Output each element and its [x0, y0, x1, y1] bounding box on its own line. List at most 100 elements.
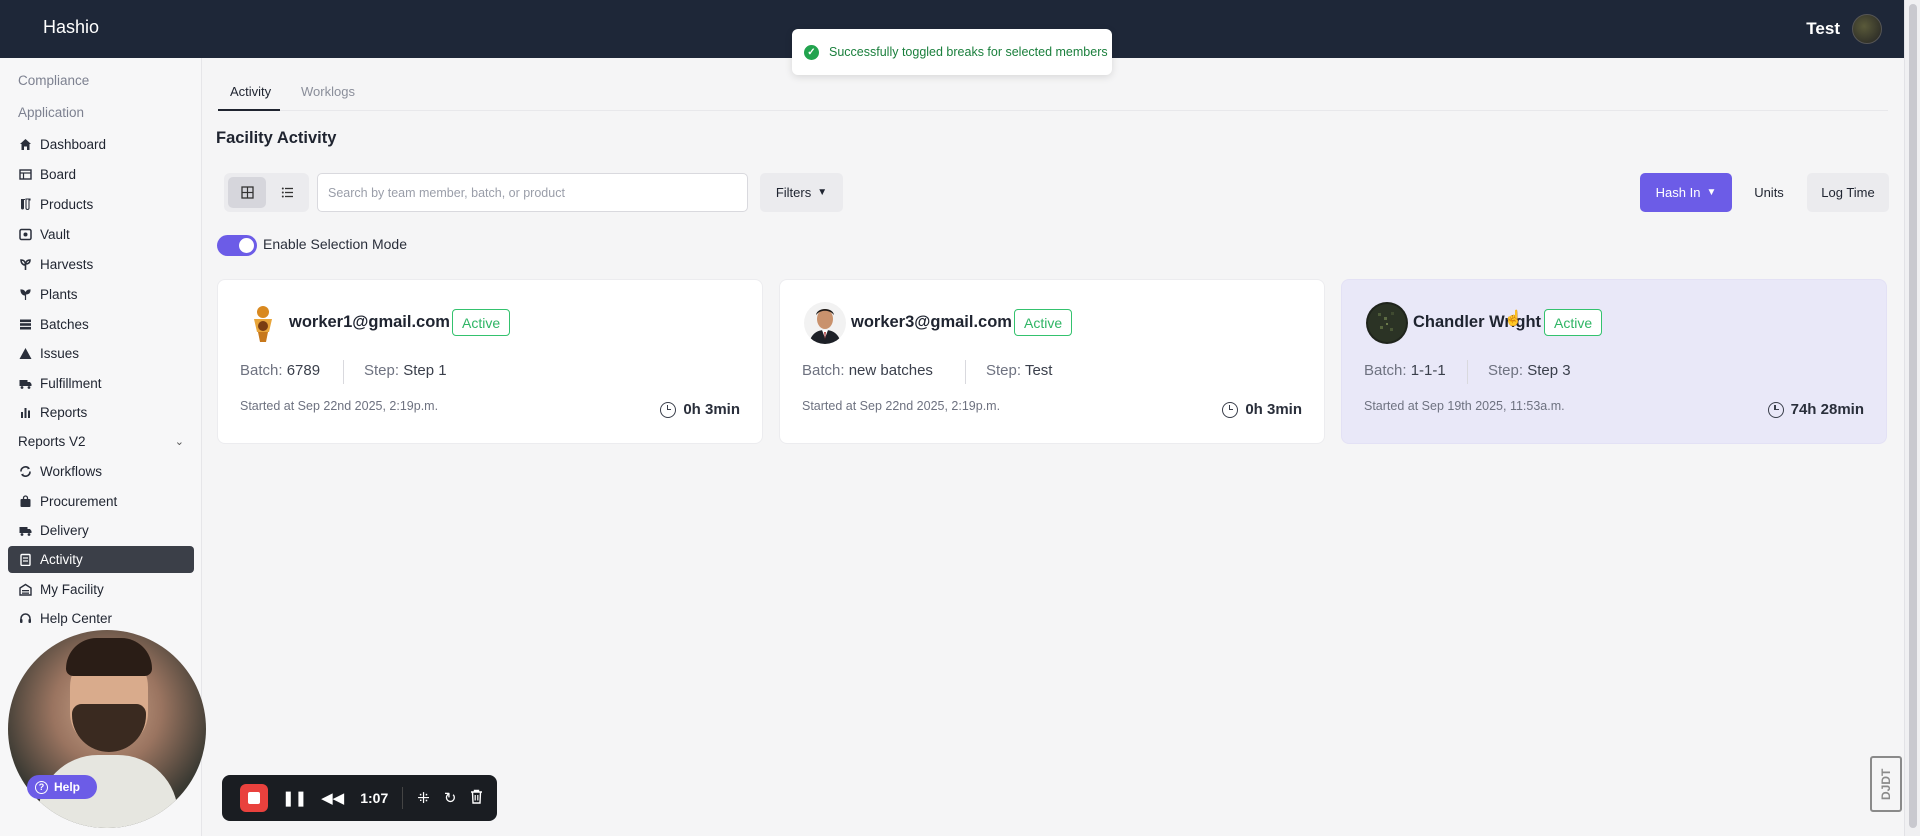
rewind-icon[interactable]: ◀◀: [321, 789, 344, 807]
sidebar-item-issues[interactable]: Issues: [8, 340, 194, 367]
hash-in-button[interactable]: Hash In ▼: [1640, 173, 1732, 212]
status-badge: Active: [452, 309, 511, 336]
step-info: Step: Step 3: [1488, 362, 1571, 379]
sidebar-item-delivery[interactable]: Delivery: [8, 517, 194, 544]
pause-icon[interactable]: ❚❚: [282, 789, 307, 807]
sidebar-item-dashboard[interactable]: Dashboard: [8, 131, 194, 158]
sidebar-item-label: Products: [40, 197, 94, 212]
grid-view-button[interactable]: [228, 177, 266, 208]
filters-label: Filters: [775, 185, 812, 200]
card-divider: [343, 360, 344, 384]
hash-in-label: Hash In: [1655, 185, 1701, 200]
sidebar-item-vault[interactable]: Vault: [8, 221, 194, 248]
sidebar-item-board[interactable]: Board: [8, 161, 194, 188]
sidebar-item-fulfillment[interactable]: Fulfillment: [8, 370, 194, 397]
grid-icon: [240, 186, 254, 199]
hand-cursor-icon: ☝: [1504, 310, 1523, 327]
worker-card[interactable]: worker1@gmail.com Active Batch: 6789 Ste…: [217, 279, 763, 444]
webcam-hair: [66, 638, 152, 676]
duration-value: 0h 3min: [683, 401, 740, 418]
help-label: Help: [54, 780, 81, 794]
toggle-knob: [239, 238, 254, 253]
sidebar-item-label: Delivery: [40, 523, 89, 538]
step-value: Test: [1024, 362, 1053, 379]
tabs-divider: [218, 110, 1888, 111]
step-label: Step:: [1488, 362, 1524, 379]
chevron-down-icon: ▼: [817, 187, 828, 198]
sidebar-item-reports-v2[interactable]: Reports V2 ⌄: [8, 428, 194, 455]
worker-card-selected[interactable]: Chandler Wright Active Batch: 1-1-1 Step…: [1341, 279, 1887, 444]
page-scrollbar[interactable]: [1904, 0, 1920, 836]
sidebar-item-help-center[interactable]: Help Center: [8, 605, 194, 632]
started-at: Started at Sep 22nd 2025, 2:19p.m.: [240, 399, 439, 413]
duration: 0h 3min: [1222, 401, 1302, 418]
sidebar-item-label: Batches: [40, 317, 89, 332]
sidebar-item-reports[interactable]: Reports: [8, 399, 194, 426]
log-time-button[interactable]: Log Time: [1807, 173, 1889, 212]
toast-message: Successfully toggled breaks for selected…: [829, 45, 1108, 59]
selection-mode-label: Enable Selection Mode: [263, 236, 407, 252]
filters-button[interactable]: Filters ▼: [760, 173, 843, 212]
grid-dots-icon[interactable]: ⁜: [417, 789, 430, 807]
question-icon: ?: [35, 780, 48, 794]
board-icon: [18, 168, 32, 182]
stop-recording-button[interactable]: [240, 784, 268, 812]
sidebar-item-products[interactable]: Products: [8, 191, 194, 218]
batch-value: 6789: [286, 362, 321, 379]
sidebar-item-harvests[interactable]: Harvests: [8, 251, 194, 278]
vault-icon: [18, 228, 32, 242]
list-icon: [281, 187, 293, 198]
sidebar-item-plants[interactable]: Plants: [8, 281, 194, 308]
worker-name: worker3@gmail.com: [851, 313, 1012, 331]
sidebar-item-label: Help Center: [40, 611, 113, 626]
avatar: [1366, 302, 1408, 344]
batch-info: Batch: new batches: [802, 362, 933, 379]
batch-label: Batch:: [1364, 362, 1407, 379]
units-button[interactable]: Units: [1742, 173, 1796, 212]
sidebar-item-workflows[interactable]: Workflows: [8, 458, 194, 485]
batch-info: Batch: 6789: [240, 362, 320, 379]
recorder-bar: ❚❚ ◀◀ 1:07 ⁜ ↻: [222, 775, 497, 821]
sidebar-item-label: Vault: [40, 227, 70, 242]
user-avatar[interactable]: [1852, 14, 1882, 44]
chevron-down-icon: ▼: [1706, 187, 1717, 198]
djdt-toolbar-handle[interactable]: DJDT: [1870, 756, 1902, 812]
worker-card[interactable]: worker3@gmail.com Active Batch: new batc…: [779, 279, 1325, 444]
selection-mode-toggle[interactable]: [217, 235, 257, 256]
duration: 0h 3min: [660, 401, 740, 418]
chevron-down-icon: ⌄: [174, 436, 184, 448]
sidebar-item-label: My Facility: [40, 582, 104, 597]
sidebar-item-label: Harvests: [40, 257, 94, 272]
sidebar-item-batches[interactable]: Batches: [8, 311, 194, 338]
list-view-button[interactable]: [268, 177, 306, 208]
batch-label: Batch:: [240, 362, 283, 379]
status-badge: Active: [1544, 309, 1603, 336]
sidebar-item-activity[interactable]: Activity: [8, 546, 194, 573]
sidebar-section-compliance[interactable]: Compliance: [18, 73, 89, 88]
sidebar-item-label: Dashboard: [40, 137, 107, 152]
scrollbar-thumb[interactable]: [1909, 4, 1917, 828]
step-info: Step: Test: [986, 362, 1052, 379]
truck-icon: [18, 377, 32, 391]
tab-activity[interactable]: Activity: [230, 84, 271, 99]
started-at: Started at Sep 19th 2025, 11:53a.m.: [1364, 399, 1565, 413]
tab-worklogs[interactable]: Worklogs: [301, 84, 355, 99]
trash-icon[interactable]: [470, 789, 483, 808]
brand-logo[interactable]: Hashio: [43, 17, 99, 38]
avatar: [242, 302, 284, 344]
sidebar-item-label: Fulfillment: [40, 376, 102, 391]
restart-icon[interactable]: ↻: [444, 789, 457, 807]
home-icon: [18, 138, 32, 152]
user-name[interactable]: Test: [1806, 19, 1840, 39]
sidebar-section-application[interactable]: Application: [18, 105, 84, 120]
avatar: [804, 302, 846, 344]
layers-icon: [18, 318, 32, 332]
truck-icon: [18, 524, 32, 538]
sidebar-item-my-facility[interactable]: My Facility: [8, 576, 194, 603]
step-info: Step: Step 1: [364, 362, 447, 379]
page-title: Facility Activity: [216, 129, 337, 147]
sidebar-item-procurement[interactable]: Procurement: [8, 488, 194, 515]
check-circle-icon: ✓: [804, 44, 819, 60]
help-button[interactable]: ? Help: [27, 775, 97, 799]
search-input[interactable]: [317, 173, 748, 212]
